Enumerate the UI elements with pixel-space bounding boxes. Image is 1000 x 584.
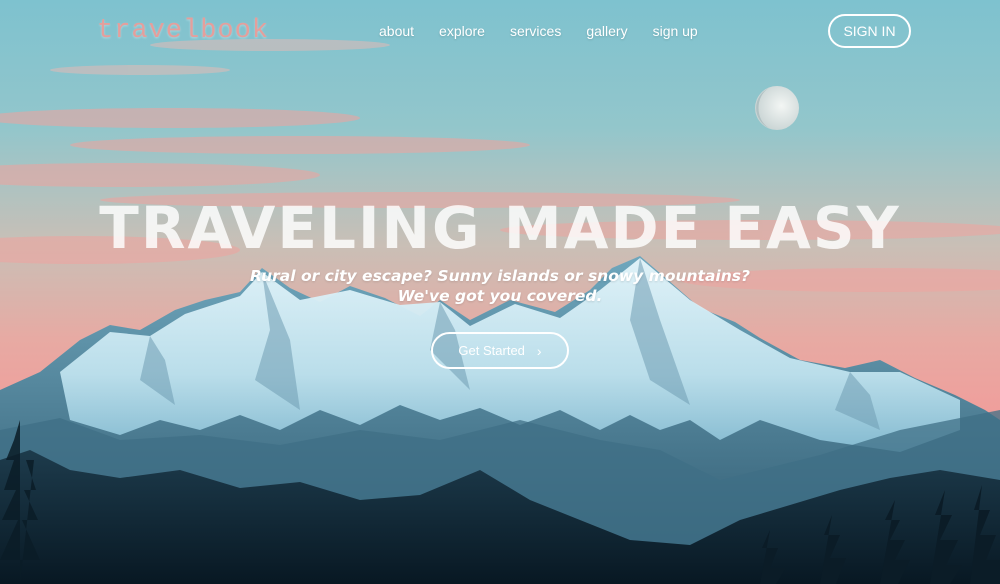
top-navigation: travelbook about explore services galler… — [0, 0, 1000, 62]
hero-headline: TRAVELING MADE EASY — [99, 194, 901, 262]
nav-link-services[interactable]: services — [510, 20, 561, 42]
moon-shape — [755, 86, 799, 130]
get-started-label: Get Started — [458, 343, 525, 358]
nav-link-sign-up[interactable]: sign up — [653, 20, 698, 42]
nav-link-explore[interactable]: explore — [439, 20, 485, 42]
hero-subtitle-line-2: We've got you covered. — [397, 287, 603, 305]
nav-link-about[interactable]: about — [379, 20, 414, 42]
nav-links: about explore services gallery sign up — [367, 20, 723, 42]
sign-in-button[interactable]: SIGN IN — [828, 14, 911, 48]
chevron-right-icon: › — [536, 342, 542, 359]
hero-section: travelbook about explore services galler… — [0, 0, 1000, 584]
hero-subtitle: Rural or city escape? Sunny islands or s… — [0, 266, 1000, 306]
get-started-button[interactable]: Get Started › — [431, 332, 569, 369]
brand-logo[interactable]: travelbook — [97, 14, 269, 48]
hero-subtitle-line-1: Rural or city escape? Sunny islands or s… — [250, 267, 750, 285]
nav-link-gallery[interactable]: gallery — [586, 20, 627, 42]
